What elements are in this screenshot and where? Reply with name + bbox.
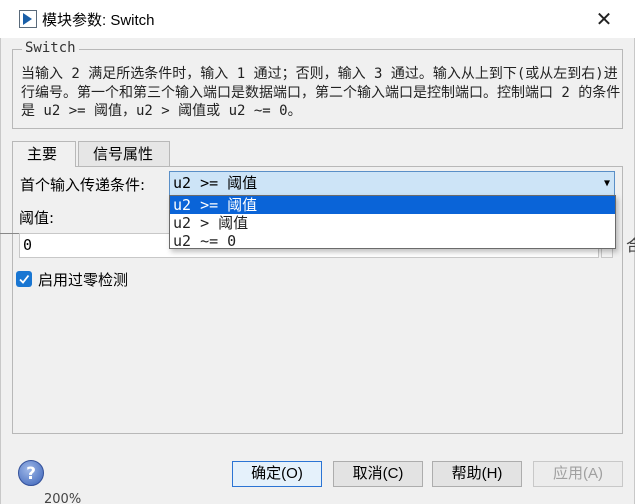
zero-crossing-label: 启用过零检测 xyxy=(38,271,129,289)
criteria-select[interactable]: u2 >= 阈值 ▼ xyxy=(169,171,615,196)
background-line xyxy=(0,233,19,234)
cancel-button[interactable]: 取消(C) xyxy=(333,461,423,487)
checkmark-icon xyxy=(19,274,30,284)
help-button[interactable]: 帮助(H) xyxy=(432,461,522,487)
criteria-label: 首个输入传递条件: xyxy=(20,176,146,194)
dropdown-option[interactable]: u2 > 阈值 xyxy=(170,214,615,232)
background-glyph: 合 xyxy=(626,236,635,255)
zoom-level: 200% xyxy=(44,492,82,504)
close-button[interactable]: ✕ xyxy=(584,4,624,34)
zero-crossing-checkbox[interactable] xyxy=(16,271,32,287)
group-legend: Switch xyxy=(22,40,79,56)
simulink-block-icon xyxy=(19,10,37,28)
block-description: 当输入 2 满足所选条件时，输入 1 通过；否则，输入 3 通过。输入从上到下(… xyxy=(21,66,621,119)
ok-button[interactable]: 确定(O) xyxy=(232,461,322,487)
help-icon[interactable]: ? xyxy=(18,460,44,486)
dropdown-option[interactable]: u2 ~= 0 xyxy=(170,232,615,250)
dropdown-option[interactable]: u2 >= 阈值 xyxy=(170,196,615,214)
tab-signal-attributes[interactable]: 信号属性 xyxy=(78,141,170,166)
apply-button[interactable]: 应用(A) xyxy=(533,461,623,487)
window-title: 模块参数: Switch xyxy=(42,12,155,29)
title-bar: 模块参数: Switch ✕ xyxy=(0,0,635,38)
threshold-label: 阈值: xyxy=(19,209,55,227)
chevron-down-icon[interactable]: ▼ xyxy=(604,172,610,195)
criteria-dropdown-list[interactable]: u2 >= 阈值 u2 > 阈值 u2 ~= 0 xyxy=(169,195,616,250)
criteria-selected-value: u2 >= 阈值 xyxy=(173,174,258,192)
tab-main[interactable]: 主要 xyxy=(12,141,76,167)
